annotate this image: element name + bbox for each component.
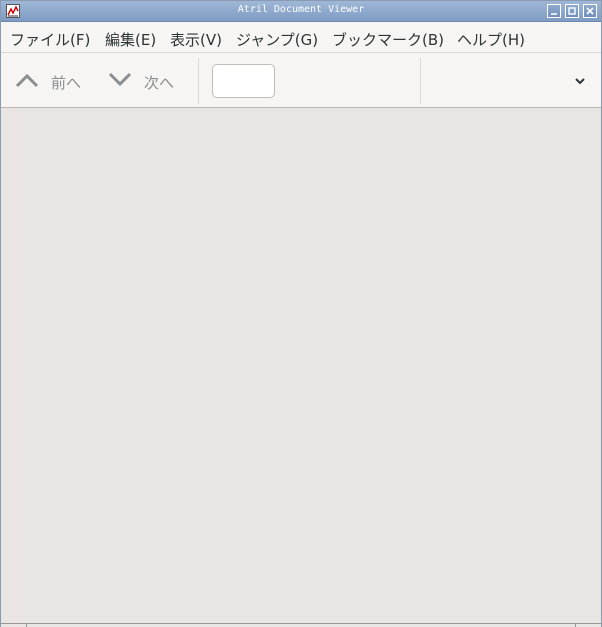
next-label: 次へ xyxy=(144,74,175,92)
document-view[interactable] xyxy=(1,108,601,623)
toolbar: 前へ 次へ xyxy=(1,53,601,108)
chevron-down-icon xyxy=(575,78,585,85)
close-button[interactable] xyxy=(583,4,597,18)
menu-file[interactable]: ファイル(F) xyxy=(10,29,90,50)
toolbar-overflow-button[interactable] xyxy=(570,73,590,89)
minimize-button[interactable] xyxy=(547,4,561,18)
page-number-input[interactable] xyxy=(212,64,275,98)
menu-help[interactable]: ヘルプ(H) xyxy=(457,29,525,50)
status-bar xyxy=(1,623,601,627)
atril-window: Atril Document Viewer ファイル(F) 編集(E) 表示(V… xyxy=(0,0,602,627)
next-page-button[interactable]: 次へ xyxy=(108,63,178,99)
chevron-up-icon xyxy=(15,73,39,88)
menu-go[interactable]: ジャンプ(G) xyxy=(236,29,318,50)
window-title: Atril Document Viewer xyxy=(237,4,365,15)
menu-bar: ファイル(F) 編集(E) 表示(V) ジャンプ(G) ブックマーク(B) ヘル… xyxy=(1,22,601,53)
toolbar-separator xyxy=(198,58,199,104)
menu-edit[interactable]: 編集(E) xyxy=(105,29,156,50)
previous-page-button[interactable]: 前へ xyxy=(15,63,85,99)
maximize-button[interactable] xyxy=(565,4,579,18)
previous-label: 前へ xyxy=(51,74,82,92)
chevron-down-icon xyxy=(108,72,132,87)
menu-view[interactable]: 表示(V) xyxy=(170,29,222,50)
menu-bookmarks[interactable]: ブックマーク(B) xyxy=(332,29,444,50)
title-bar[interactable]: Atril Document Viewer xyxy=(1,1,601,22)
toolbar-separator xyxy=(420,58,421,104)
